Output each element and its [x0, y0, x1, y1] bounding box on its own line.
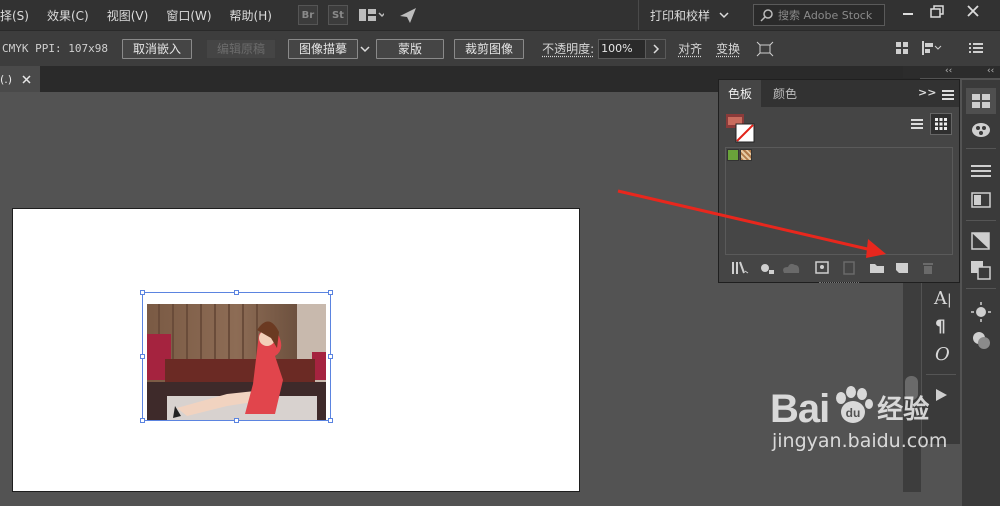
- paw-logo-icon: du: [831, 384, 875, 428]
- document-tab-title: (.): [0, 72, 13, 86]
- list-view-button[interactable]: [906, 113, 928, 135]
- cancel-embed-button[interactable]: 取消嵌入: [122, 38, 193, 59]
- list-view-icon: [911, 119, 923, 129]
- collapse-chevron-icon[interactable]: ‹‹: [987, 66, 994, 76]
- panel-resize-grip[interactable]: [819, 282, 859, 284]
- menu-window[interactable]: 窗口(W): [166, 7, 211, 24]
- swatches-dock-button[interactable]: [966, 88, 996, 114]
- svg-text:du: du: [846, 406, 861, 420]
- selection-bounding-box[interactable]: [140, 290, 333, 423]
- divider: [638, 0, 639, 30]
- annotation-arrow: [617, 189, 886, 258]
- stroke-icon[interactable]: [971, 164, 991, 181]
- divider: [926, 374, 956, 375]
- layers-icon[interactable]: [970, 260, 992, 283]
- resize-handle[interactable]: [140, 418, 145, 423]
- swatches-icon: [972, 94, 990, 108]
- mask-button[interactable]: 蒙版: [376, 38, 445, 59]
- watermark-brand: Bai: [770, 387, 830, 431]
- fill-stroke-icon: [726, 114, 755, 143]
- restore-icon[interactable]: [930, 5, 944, 22]
- resize-handle[interactable]: [140, 354, 145, 359]
- stock-app-icon[interactable]: St: [327, 5, 348, 25]
- resize-handle[interactable]: [328, 290, 333, 295]
- chevron-down-icon[interactable]: [719, 9, 729, 23]
- panel-menu-icon[interactable]: [969, 42, 983, 57]
- search-placeholder: 搜索 Adobe Stock: [778, 9, 873, 22]
- align-link[interactable]: 对齐: [678, 40, 702, 57]
- divider: [966, 220, 996, 221]
- workspace-switcher[interactable]: 打印和校样: [650, 7, 710, 24]
- tab-swatches[interactable]: 色板: [719, 80, 761, 107]
- paragraph-icon[interactable]: ¶: [935, 317, 946, 337]
- search-icon: [760, 8, 774, 22]
- image-info: CMYK PPI: 107x98: [2, 42, 108, 55]
- watermark-brand-cn: 经验: [877, 395, 930, 425]
- crop-image-button[interactable]: 裁剪图像: [454, 38, 525, 59]
- menu-effect[interactable]: 效果(C): [47, 7, 89, 24]
- brushes-icon[interactable]: [970, 120, 992, 143]
- close-tab-icon[interactable]: [22, 74, 31, 84]
- document-tab[interactable]: (.): [0, 66, 40, 92]
- opacity-label: 不透明度:: [542, 42, 595, 56]
- opentype-icon[interactable]: O: [935, 344, 950, 365]
- baidu-watermark: Bai du 经验 jingyan.baidu.com: [770, 384, 1000, 474]
- panel-tab-bar: 色板 颜色 >>: [719, 80, 959, 107]
- tab-color[interactable]: 颜色: [765, 80, 805, 107]
- divider: [966, 148, 996, 149]
- workspace-layout-icon[interactable]: [358, 8, 384, 22]
- isolate-icon[interactable]: [756, 41, 774, 57]
- character-icon[interactable]: A|: [934, 288, 952, 309]
- image-trace-button[interactable]: 图像描摹: [288, 38, 359, 59]
- fill-stroke-indicator[interactable]: [726, 114, 755, 143]
- pattern-swatch[interactable]: [727, 149, 739, 161]
- dock-header: ‹‹ ‹‹: [903, 66, 1000, 78]
- menu-help[interactable]: 帮助(H): [230, 7, 272, 24]
- delete-swatch-icon[interactable]: [922, 261, 934, 278]
- pathfinder-icon[interactable]: [971, 330, 991, 353]
- divider: [966, 288, 996, 289]
- stock-search-field[interactable]: 搜索 Adobe Stock: [753, 4, 885, 26]
- transform-link[interactable]: 变换: [716, 40, 740, 57]
- menu-select[interactable]: 择(S): [0, 7, 29, 24]
- resize-handle[interactable]: [328, 418, 333, 423]
- control-bar: CMYK PPI: 107x98 取消嵌入 编辑原稿 图像描摹 蒙版 裁剪图像 …: [0, 30, 1000, 66]
- edit-original-button[interactable]: 编辑原稿: [206, 38, 277, 59]
- watermark-url: jingyan.baidu.com: [772, 430, 948, 452]
- arrange-icon[interactable]: [895, 41, 909, 58]
- opacity-flyout-button[interactable]: [646, 38, 667, 59]
- close-window-icon[interactable]: [966, 4, 980, 21]
- gradient-icon[interactable]: [971, 192, 991, 211]
- pattern-swatch[interactable]: [740, 149, 752, 161]
- appearance-icon[interactable]: [971, 302, 991, 325]
- collapse-chevron-icon[interactable]: ‹‹: [945, 66, 952, 76]
- align-options-icon[interactable]: [920, 40, 942, 59]
- send-feedback-icon[interactable]: [398, 6, 418, 24]
- grid-view-icon: [935, 118, 947, 130]
- panel-flyout-menu-icon[interactable]: [942, 89, 954, 103]
- resize-handle[interactable]: [328, 354, 333, 359]
- menu-bar: 择(S) 效果(C) 视图(V) 窗口(W) 帮助(H) Br St 打印和校样…: [0, 0, 1000, 30]
- minimize-icon[interactable]: [902, 8, 914, 23]
- opacity-input[interactable]: 100%: [598, 38, 647, 59]
- bridge-app-icon[interactable]: Br: [297, 5, 318, 25]
- menu-view[interactable]: 视图(V): [107, 7, 149, 24]
- resize-handle[interactable]: [234, 418, 239, 423]
- grid-view-button[interactable]: [930, 113, 952, 135]
- transparency-icon[interactable]: [971, 232, 991, 253]
- panel-more-tabs[interactable]: >>: [918, 86, 936, 99]
- chevron-down-icon[interactable]: [360, 44, 370, 54]
- resize-handle[interactable]: [140, 290, 145, 295]
- resize-handle[interactable]: [234, 290, 239, 295]
